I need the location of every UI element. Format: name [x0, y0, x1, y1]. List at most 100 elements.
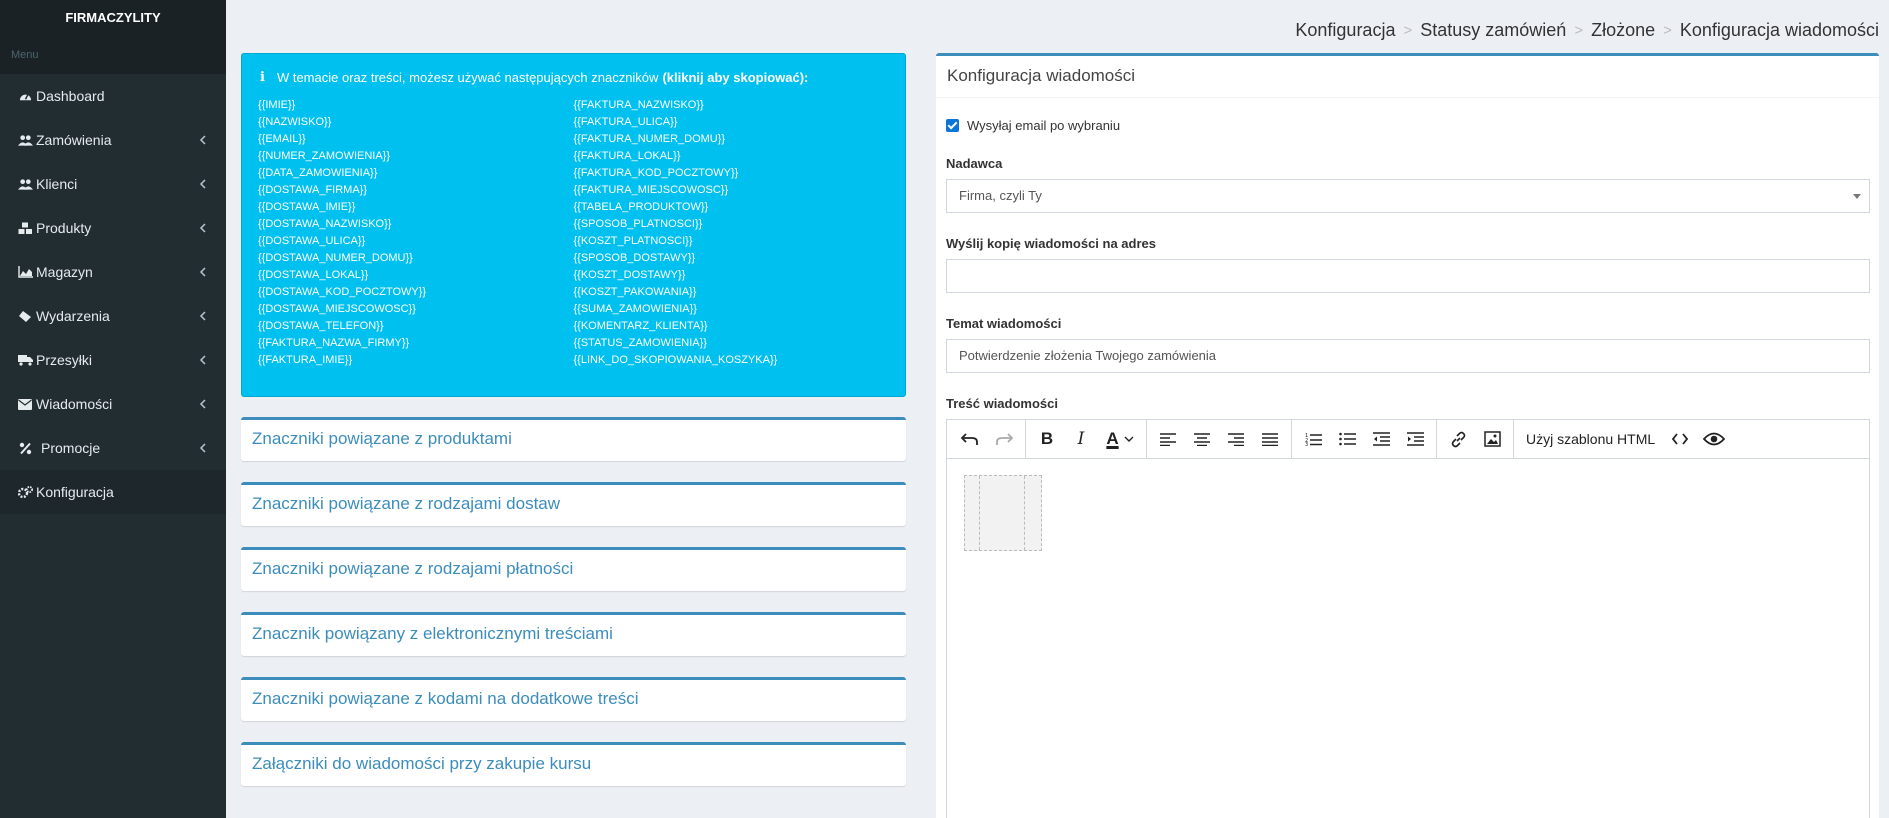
tag-item[interactable]: {{DOSTAWA_MIEJSCOWOSC}}: [258, 301, 574, 318]
send-email-row: Wysyłaj email po wybraniu: [946, 118, 1869, 133]
tag-item[interactable]: {{FAKTURA_NUMER_DOMU}}: [574, 131, 890, 148]
breadcrumb-item[interactable]: Złożone: [1591, 20, 1655, 41]
panel-payment-tags[interactable]: Znaczniki powiązane z rodzajami płatnośc…: [241, 547, 906, 591]
italic-icon[interactable]: I: [1064, 424, 1098, 454]
tag-column-2: {{FAKTURA_NAZWISKO}} {{FAKTURA_ULICA}} {{F…: [574, 97, 890, 369]
tag-item[interactable]: {{DOSTAWA_LOKAL}}: [258, 267, 574, 284]
tag-item[interactable]: {{STATUS_ZAMOWIENIA}}: [574, 335, 890, 352]
tag-item[interactable]: {{FAKTURA_IMIE}}: [258, 352, 574, 369]
panel-product-tags[interactable]: Znaczniki powiązane z produktami: [241, 417, 906, 461]
sidebar-item-dashboard[interactable]: Dashboard: [0, 74, 226, 118]
tag-item[interactable]: {{FAKTURA_NAZWISKO}}: [574, 97, 890, 114]
cogs-icon: [17, 485, 33, 499]
sidebar-item-promocje[interactable]: Promocje: [0, 426, 226, 470]
area-chart-icon: [17, 266, 33, 278]
sidebar-item-wydarzenia[interactable]: Wydarzenia: [0, 294, 226, 338]
sender-select[interactable]: Firma, czyli Ty: [946, 179, 1870, 213]
breadcrumb: Konfiguracja > Statusy zamówień > Złożon…: [1295, 20, 1879, 41]
align-right-icon[interactable]: [1219, 424, 1253, 454]
chevron-left-icon: [199, 264, 206, 280]
message-config-box: Konfiguracja wiadomości Wysyłaj email po…: [936, 53, 1879, 818]
sidebar-item-label: Wydarzenia: [36, 308, 110, 324]
breadcrumb-item[interactable]: Statusy zamówień: [1420, 20, 1566, 41]
preview-eye-icon[interactable]: [1697, 424, 1731, 454]
sidebar-item-magazyn[interactable]: Magazyn: [0, 250, 226, 294]
tag-item[interactable]: {{FAKTURA_NAZWA_FIRMY}}: [258, 335, 574, 352]
tag-item[interactable]: {{TABELA_PRODUKTOW}}: [574, 199, 890, 216]
tag-item[interactable]: {{DOSTAWA_KOD_POCZTOWY}}: [258, 284, 574, 301]
panel-course-attachments[interactable]: Załączniki do wiadomości przy zakupie ku…: [241, 742, 906, 786]
link-icon[interactable]: [1441, 424, 1475, 454]
panel-code-tags[interactable]: Znaczniki powiązane z kodami na dodatkow…: [241, 677, 906, 721]
copy-address-input[interactable]: [946, 259, 1870, 293]
tags-info-box: i W temacie oraz treści, możesz używać n…: [241, 53, 906, 397]
sidebar-item-przesylki[interactable]: Przesyłki: [0, 338, 226, 382]
source-code-icon[interactable]: [1663, 424, 1697, 454]
tag-item[interactable]: {{FAKTURA_MIEJSCOWOSC}}: [574, 182, 890, 199]
sidebar-item-klienci[interactable]: Klienci: [0, 162, 226, 206]
tag-item[interactable]: {{EMAIL}}: [258, 131, 574, 148]
indent-icon[interactable]: [1398, 424, 1432, 454]
sidebar-item-label: Promocje: [41, 440, 101, 456]
send-email-label: Wysyłaj email po wybraniu: [967, 118, 1121, 133]
tag-item[interactable]: {{IMIE}}: [258, 97, 574, 114]
tag-item[interactable]: {{NAZWISKO}}: [258, 114, 574, 131]
numbered-list-icon[interactable]: 123: [1296, 424, 1330, 454]
toolbar-divider: [1436, 419, 1437, 459]
use-html-template-button[interactable]: Użyj szablonu HTML: [1518, 431, 1663, 447]
chevron-left-icon: [199, 396, 206, 412]
text-color-icon[interactable]: A: [1098, 424, 1142, 454]
align-left-icon[interactable]: [1151, 424, 1185, 454]
sidebar-item-label: Dashboard: [36, 88, 105, 104]
editor-table-cell[interactable]: [979, 476, 1025, 550]
editor-table[interactable]: [964, 475, 1042, 551]
ticket-icon: [17, 310, 33, 323]
editor-content-area[interactable]: [947, 459, 1869, 818]
sidebar-item-produkty[interactable]: Produkty: [0, 206, 226, 250]
tag-item[interactable]: {{FAKTURA_KOD_POCZTOWY}}: [574, 165, 890, 182]
cubes-icon: [17, 222, 33, 235]
tag-item[interactable]: {{DOSTAWA_NAZWISKO}}: [258, 216, 574, 233]
bullet-list-icon[interactable]: [1330, 424, 1364, 454]
tag-item[interactable]: {{KOSZT_DOSTAWY}}: [574, 267, 890, 284]
tag-item[interactable]: {{SPOSOB_PLATNOSCI}}: [574, 216, 890, 233]
users-icon: [17, 134, 33, 147]
panel-delivery-tags[interactable]: Znaczniki powiązane z rodzajami dostaw: [241, 482, 906, 526]
tag-item[interactable]: {{DOSTAWA_IMIE}}: [258, 199, 574, 216]
tag-item[interactable]: {{FAKTURA_LOKAL}}: [574, 148, 890, 165]
sidebar-item-wiadomosci[interactable]: Wiadomości: [0, 382, 226, 426]
tag-item[interactable]: {{KOSZT_PLATNOSCI}}: [574, 233, 890, 250]
truck-icon: [17, 354, 33, 366]
bold-icon[interactable]: B: [1030, 424, 1064, 454]
send-email-checkbox[interactable]: [946, 119, 959, 132]
image-icon[interactable]: [1475, 424, 1509, 454]
breadcrumb-item[interactable]: Konfiguracja: [1295, 20, 1395, 41]
breadcrumb-separator: >: [1403, 22, 1413, 39]
sidebar-item-zamowienia[interactable]: Zamówienia: [0, 118, 226, 162]
sidebar-item-konfiguracja[interactable]: Konfiguracja: [0, 470, 226, 514]
brand-logo[interactable]: FIRMACZYLITY: [0, 0, 226, 36]
tag-item[interactable]: {{SPOSOB_DOSTAWY}}: [574, 250, 890, 267]
tag-item[interactable]: {{LINK_DO_SKOPIOWANIA_KOSZYKA}}: [574, 352, 890, 369]
tag-item[interactable]: {{DOSTAWA_FIRMA}}: [258, 182, 574, 199]
tag-item[interactable]: {{NUMER_ZAMOWIENIA}}: [258, 148, 574, 165]
editor-toolbar: B I A 123 Użyj szablonu HTML: [947, 419, 1869, 459]
panel-electronic-content-tag[interactable]: Znacznik powiązany z elektronicznymi tre…: [241, 612, 906, 656]
tag-item[interactable]: {{KOSZT_PAKOWANIA}}: [574, 284, 890, 301]
info-title-bold: (kliknij aby skopiować):: [662, 70, 809, 85]
tag-item[interactable]: {{DOSTAWA_ULICA}}: [258, 233, 574, 250]
tag-item[interactable]: {{DATA_ZAMOWIENIA}}: [258, 165, 574, 182]
tag-item[interactable]: {{DOSTAWA_NUMER_DOMU}}: [258, 250, 574, 267]
align-center-icon[interactable]: [1185, 424, 1219, 454]
caret-down-icon: [1853, 194, 1861, 199]
tag-item[interactable]: {{FAKTURA_ULICA}}: [574, 114, 890, 131]
align-justify-icon[interactable]: [1253, 424, 1287, 454]
sidebar-item-label: Produkty: [36, 220, 92, 236]
redo-icon[interactable]: [987, 424, 1021, 454]
tag-item[interactable]: {{KOMENTARZ_KLIENTA}}: [574, 318, 890, 335]
undo-icon[interactable]: [953, 424, 987, 454]
tag-item[interactable]: {{DOSTAWA_TELEFON}}: [258, 318, 574, 335]
outdent-icon[interactable]: [1364, 424, 1398, 454]
subject-input[interactable]: Potwierdzenie złożenia Twojego zamówieni…: [946, 339, 1870, 373]
tag-item[interactable]: {{SUMA_ZAMOWIENIA}}: [574, 301, 890, 318]
